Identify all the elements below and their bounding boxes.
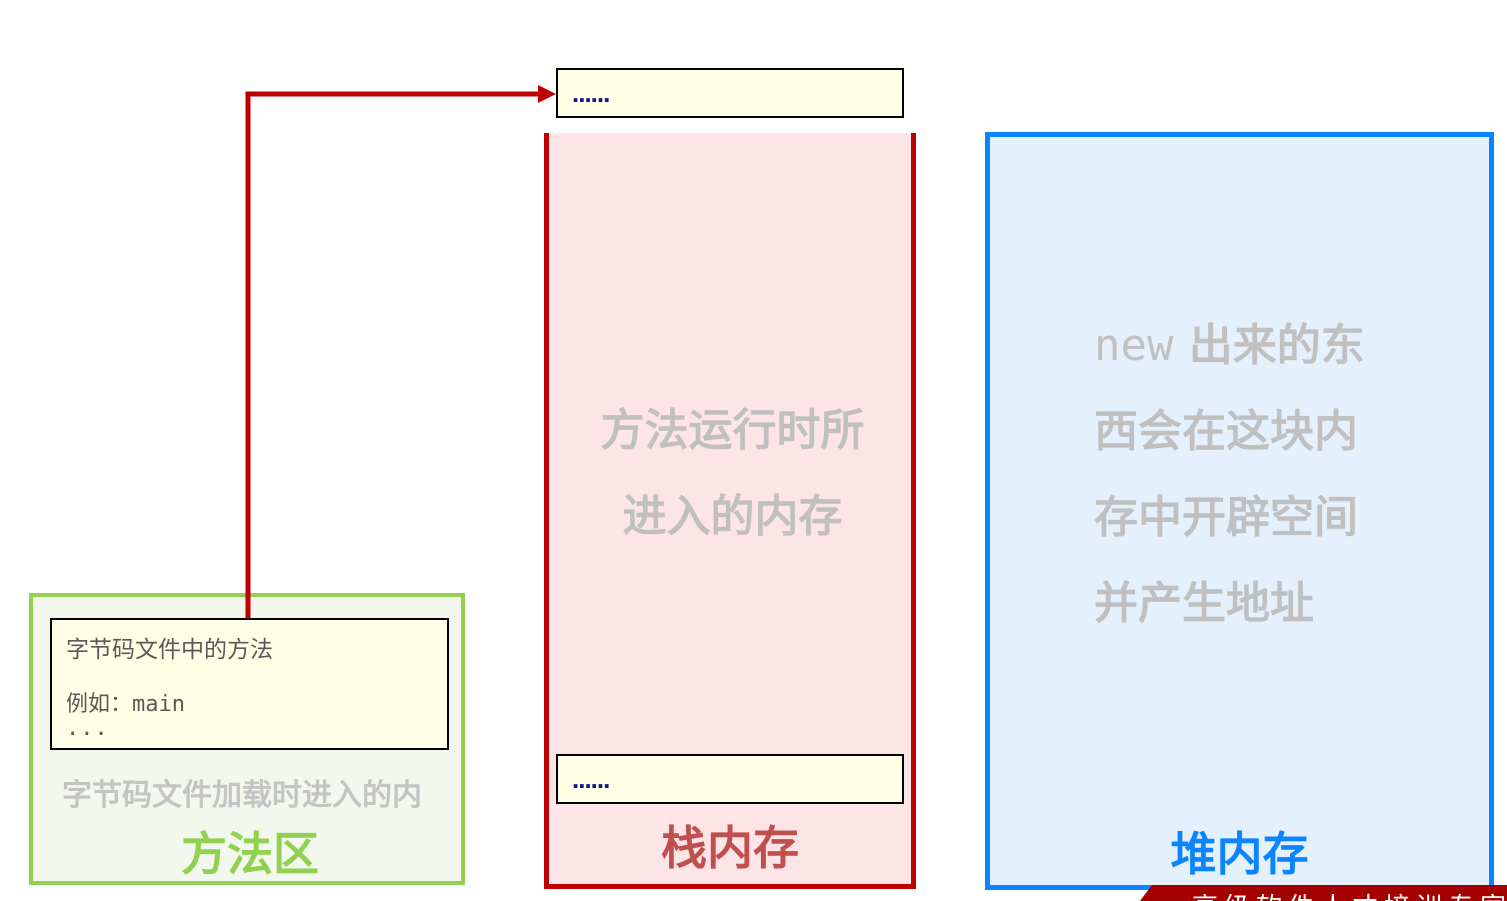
stack-frame-top: ...... bbox=[556, 68, 904, 118]
stack-memory-title: 栈内存 bbox=[661, 821, 799, 875]
heap-description-line1: new 出来的东 bbox=[1094, 303, 1414, 389]
arrow-head-icon bbox=[538, 85, 556, 103]
stack-frame-bottom: ...... bbox=[556, 754, 904, 804]
heap-description-new-keyword: new bbox=[1094, 320, 1174, 371]
method-card-example-prefix: 例如： bbox=[66, 692, 133, 717]
method-area-description: 字节码文件加载时进入的内 bbox=[62, 778, 422, 813]
heap-description-line1-rest: 出来的东 bbox=[1173, 320, 1365, 371]
method-card-line1: 字节码文件中的方法 bbox=[66, 637, 273, 663]
heap-memory-description: new 出来的东 西会在这块内 存中开辟空间 并产生地址 bbox=[1094, 303, 1414, 647]
corner-banner-text: 高级软件人才培训专家 bbox=[1192, 887, 1507, 901]
heap-memory-title: 堆内存 bbox=[1170, 827, 1309, 881]
method-area-title: 方法区 bbox=[181, 827, 319, 881]
stack-description-line1: 方法运行时所 bbox=[600, 405, 865, 456]
stack-description-line2: 进入的内存 bbox=[622, 491, 843, 542]
stack-frame-bottom-label: ...... bbox=[572, 764, 610, 794]
method-card-example-code: main bbox=[132, 692, 185, 717]
method-card-ellipsis: ... bbox=[66, 716, 109, 741]
method-bytecode-card: 字节码文件中的方法 例如：main ... bbox=[50, 618, 449, 750]
heap-description-line4: 并产生地址 bbox=[1094, 578, 1314, 629]
heap-description-line3: 存中开辟空间 bbox=[1094, 492, 1358, 543]
corner-banner: 高级软件人才培训专家 bbox=[1140, 885, 1507, 901]
jvm-memory-diagram: 字节码文件中的方法 例如：main ... 字节码文件加载时进入的内 方法区 方… bbox=[0, 0, 1507, 901]
heap-description-line2: 西会在这块内 bbox=[1094, 406, 1358, 457]
method-card-line2: 例如：main bbox=[66, 686, 185, 718]
stack-memory-description: 方法运行时所 进入的内存 bbox=[555, 388, 910, 560]
stack-frame-top-label: ...... bbox=[572, 78, 610, 108]
arrow-line bbox=[245, 91, 540, 618]
